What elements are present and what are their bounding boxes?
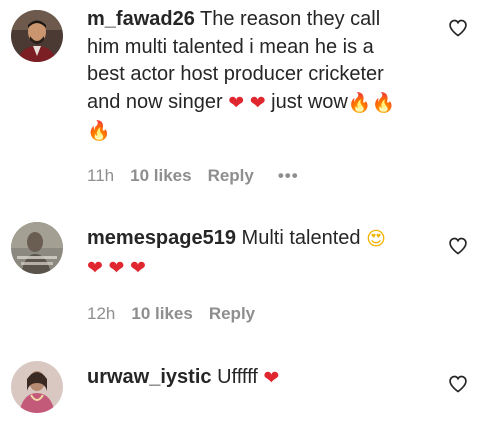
comment-text: memespage519 Multi talented 😍 ❤ ❤ ❤ xyxy=(87,225,422,282)
comment-body: The reason they call xyxy=(194,8,381,30)
comment-meta: 12h 10 likes Reply xyxy=(87,304,279,324)
comment-likes-count[interactable]: 10 likes xyxy=(131,304,192,324)
comment-body: Multi talented xyxy=(235,227,367,249)
comment-text: urwaw_iystic Ufffff ❤ xyxy=(87,364,422,393)
heart-outline-icon[interactable] xyxy=(448,236,468,256)
comment-timestamp[interactable]: 12h xyxy=(87,304,115,324)
heart-emoji-icon: ❤ xyxy=(129,256,146,279)
comment-likes-count[interactable]: 10 likes xyxy=(130,166,191,186)
comment-timestamp[interactable]: 11h xyxy=(87,166,114,186)
heart-emoji-icon: ❤ xyxy=(228,91,245,114)
heart-outline-icon[interactable] xyxy=(448,18,468,38)
heart-emoji-icon: ❤ xyxy=(108,256,125,279)
heart-emoji-icon: ❤ xyxy=(263,367,280,389)
heart-emoji-icon: ❤ xyxy=(87,256,103,279)
comment-meta: 11h 10 likes Reply ••• xyxy=(87,166,299,186)
heart-emoji-icon: ❤ xyxy=(249,91,266,114)
heart-eyes-emoji-icon: 😍 xyxy=(366,228,386,250)
fire-emoji-icon: 🔥 xyxy=(371,91,396,114)
comment-body: best actor host producer cricketer xyxy=(87,63,384,85)
reply-button[interactable]: Reply xyxy=(209,304,255,324)
comment-body: Ufffff xyxy=(211,366,264,388)
profile-photo-icon xyxy=(11,222,63,274)
avatar[interactable] xyxy=(11,222,63,274)
comment-username[interactable]: m_fawad26 xyxy=(87,8,195,30)
more-options-icon[interactable]: ••• xyxy=(278,166,299,186)
comment-body: and now singer xyxy=(87,90,229,113)
comment-username[interactable]: urwaw_iystic xyxy=(87,366,212,388)
profile-photo-icon xyxy=(11,10,63,62)
comment-body: him multi talented i mean he is a xyxy=(87,35,374,58)
comment-text: m_fawad26 The reason they call him multi… xyxy=(87,6,422,146)
profile-photo-icon xyxy=(11,361,63,413)
reply-button[interactable]: Reply xyxy=(208,166,254,186)
comment-username[interactable]: memespage519 xyxy=(87,227,236,249)
comment-body: just wow xyxy=(265,90,348,113)
fire-emoji-icon: 🔥 xyxy=(347,91,372,114)
avatar[interactable] xyxy=(11,10,63,62)
fire-emoji-icon: 🔥 xyxy=(87,120,111,142)
heart-outline-icon[interactable] xyxy=(448,374,468,394)
avatar[interactable] xyxy=(11,361,63,413)
